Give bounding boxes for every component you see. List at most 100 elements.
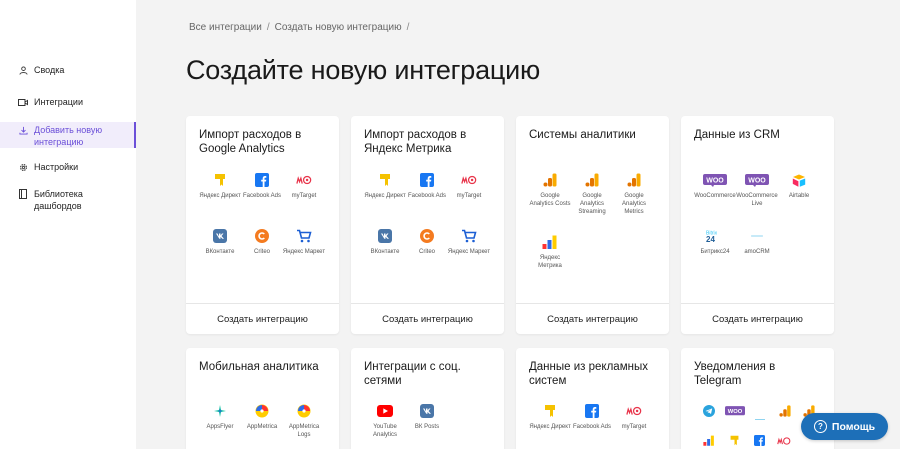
service-label: WooCommerce (694, 193, 736, 199)
cart-icon (461, 228, 477, 244)
service-appmetrica-logs[interactable]: AppMetrica Logs (282, 403, 326, 439)
integration-card-ym-costs: Импорт расходов в Яндекс Метрика Яндекс … (351, 116, 504, 334)
service-label: Битрикс24 (700, 249, 730, 255)
service-label: ВКонтакте (205, 249, 235, 255)
service-label: Facebook Ads (407, 193, 447, 199)
google-analytics-icon (779, 404, 791, 422)
service-amocrm[interactable]: amoCRM (735, 228, 779, 256)
breadcrumb-item-create[interactable]: Создать новую интеграцию (275, 22, 402, 33)
mytarget-icon (626, 403, 642, 419)
card-title: Интеграции с соц. сетями (364, 361, 461, 387)
service-label: Яндекс Директ (364, 193, 406, 199)
svg-text:WOO: WOO (728, 409, 743, 415)
integration-card-crm: Данные из CRM WOO WooCommerce WOO WooCom… (681, 116, 834, 334)
service-vk-posts[interactable]: ВК Posts (405, 403, 449, 431)
create-integration-button[interactable]: Создать интеграцию (516, 304, 669, 334)
create-integration-button[interactable]: Создать интеграцию (186, 304, 339, 334)
sidebar-item-integrations[interactable]: Интеграции (0, 96, 136, 108)
service-label: YouTube Analytics (372, 424, 397, 438)
facebook-icon (584, 403, 600, 419)
yandex-direct-icon (729, 433, 740, 449)
service-label: myTarget (291, 193, 317, 199)
google-analytics-icon (542, 172, 558, 188)
service-label: Facebook Ads (572, 424, 612, 430)
mytarget-icon (777, 433, 791, 449)
woocommerce-icon: WOO (744, 172, 770, 188)
card-title: Уведомления в Telegram (694, 361, 776, 387)
service-label: Google Analytics Metrics (621, 193, 646, 215)
cart-icon (296, 228, 312, 244)
sidebar: Сводка Интеграции Добавить новую интегра… (0, 0, 136, 449)
service-woocommerce-live[interactable]: WOO WooCommerce Live (735, 172, 779, 208)
service-mytarget[interactable]: myTarget (447, 172, 491, 200)
service-label: Facebook Ads (242, 193, 282, 199)
gear-icon (18, 162, 28, 172)
service-yandex-market[interactable]: Яндекс Маркет (282, 228, 326, 256)
service-yandex-metrica[interactable]: Яндекс Метрика (528, 234, 572, 270)
sidebar-item-add-integration[interactable]: Добавить новую интеграцию (0, 122, 136, 148)
service-appsflyer[interactable]: AppsFlyer (198, 403, 242, 431)
facebook-icon (254, 172, 270, 188)
youtube-icon (377, 403, 393, 419)
service-label: Criteo (418, 249, 435, 255)
breadcrumb-item-all-integrations[interactable]: Все интеграции (189, 22, 262, 33)
service-woocommerce[interactable]: WOO WooCommerce (693, 172, 737, 200)
vk-icon (419, 403, 435, 419)
breadcrumb-separator: / (406, 22, 410, 33)
service-bitrix24[interactable]: Bitrix 24 Битрикс24 (693, 228, 737, 256)
service-facebook-ads[interactable]: Facebook Ads (240, 172, 284, 200)
create-integration-button[interactable]: Создать интеграцию (351, 304, 504, 334)
appmetrica-icon (254, 403, 270, 419)
service-ga-costs[interactable]: Google Analytics Costs (528, 172, 572, 208)
sidebar-item-dashboard-library[interactable]: Библиотека дашбордов (0, 188, 136, 212)
service-appmetrica[interactable]: AppMetrica (240, 403, 284, 431)
card-title: Мобильная аналитика (199, 361, 319, 373)
page-title: Создайте новую интеграцию (186, 55, 541, 85)
download-icon (18, 125, 28, 135)
card-title: Данные из CRM (694, 129, 780, 141)
help-button[interactable]: ? Помощь (801, 413, 888, 440)
sidebar-item-label: Добавить новую интеграцию (34, 125, 103, 147)
card-title: Импорт расходов в Google Analytics (199, 129, 302, 155)
service-vk[interactable]: ВКонтакте (198, 228, 242, 256)
service-ga-streaming[interactable]: Google Analytics Streaming (570, 172, 614, 216)
service-youtube[interactable]: YouTube Analytics (363, 403, 407, 439)
service-ga-metrics[interactable]: Google Analytics Metrics (612, 172, 656, 216)
service-mytarget[interactable]: myTarget (612, 403, 656, 431)
card-title: Данные из рекламных систем (529, 361, 648, 387)
service-label: AppMetrica (246, 424, 278, 430)
service-yandex-direct[interactable]: Яндекс Директ (198, 172, 242, 200)
card-title: Системы аналитики (529, 129, 636, 141)
sidebar-item-settings[interactable]: Настройки (0, 161, 136, 173)
yandex-metrica-icon (542, 234, 558, 250)
service-yandex-direct[interactable]: Яндекс Директ (363, 172, 407, 200)
service-label: AppMetrica Logs (288, 424, 320, 438)
service-criteo[interactable]: Criteo (240, 228, 284, 256)
sidebar-item-summary[interactable]: Сводка (0, 64, 136, 76)
create-integration-button[interactable]: Создать интеграцию (681, 304, 834, 334)
google-analytics-icon (626, 172, 642, 188)
service-criteo[interactable]: Criteo (405, 228, 449, 256)
appmetrica-icon (296, 403, 312, 419)
integration-card-social: Интеграции с соц. сетями YouTube Analyti… (351, 348, 504, 449)
woocommerce-icon: WOO (702, 172, 728, 188)
service-label: Google Analytics Costs (529, 193, 571, 207)
service-yandex-direct[interactable]: Яндекс Директ (528, 403, 572, 431)
mytarget-icon (461, 172, 477, 188)
service-vk[interactable]: ВКонтакте (363, 228, 407, 256)
service-yandex-market[interactable]: Яндекс Маркет (447, 228, 491, 256)
svg-text:WOO: WOO (706, 177, 724, 184)
service-facebook-ads[interactable]: Facebook Ads (405, 172, 449, 200)
service-mytarget[interactable]: myTarget (282, 172, 326, 200)
facebook-icon (754, 433, 765, 449)
amocrm-icon (749, 228, 765, 244)
service-airtable[interactable]: Airtable (777, 172, 821, 200)
help-label: Помощь (831, 420, 876, 433)
integration-card-analytics: Системы аналитики Google Analytics Costs… (516, 116, 669, 334)
woocommerce-icon: WOO (725, 404, 745, 422)
sidebar-item-label: Библиотека дашбордов (34, 189, 83, 211)
service-label: AppsFlyer (206, 424, 234, 430)
service-facebook-ads[interactable]: Facebook Ads (570, 403, 614, 431)
book-icon (18, 189, 28, 199)
yandex-metrica-icon (703, 433, 715, 449)
